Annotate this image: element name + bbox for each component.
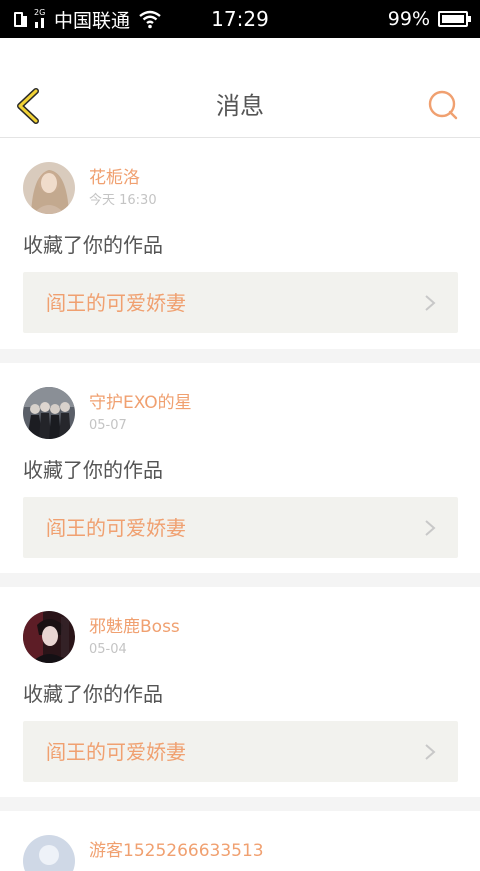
timestamp: 05-07 <box>89 418 127 433</box>
message-card: 邪魅鹿Boss 05-04 收藏了你的作品 阎王的可爱娇妻 <box>0 587 480 797</box>
page-title: 消息 <box>216 92 264 120</box>
battery-percent: 99% <box>387 8 430 30</box>
message-card: 游客1525266633513 <box>0 811 480 871</box>
status-bar: 2G 中国联通 17:29 99% <box>0 0 480 38</box>
work-title: 阎王的可爱娇妻 <box>46 291 186 315</box>
message-card: 花栀洛 今天 16:30 收藏了你的作品 阎王的可爱娇妻 <box>0 138 480 349</box>
work-title: 阎王的可爱娇妻 <box>46 516 186 540</box>
username[interactable]: 守护EXO的星 <box>89 392 192 414</box>
battery-icon <box>438 11 471 27</box>
username[interactable]: 花栀洛 <box>89 167 140 189</box>
work-link[interactable]: 阎王的可爱娇妻 <box>23 497 458 558</box>
status-right: 99% <box>387 0 471 38</box>
chevron-right-icon <box>425 520 436 536</box>
chevron-right-icon <box>425 295 436 311</box>
work-title: 阎王的可爱娇妻 <box>46 740 186 764</box>
username[interactable]: 游客1525266633513 <box>89 840 264 862</box>
action-text: 收藏了你的作品 <box>23 233 163 257</box>
timestamp: 今天 16:30 <box>89 193 157 208</box>
work-link[interactable]: 阎王的可爱娇妻 <box>23 272 458 333</box>
username[interactable]: 邪魅鹿Boss <box>89 616 180 638</box>
work-link[interactable]: 阎王的可爱娇妻 <box>23 721 458 782</box>
message-card: 守护EXO的星 05-07 收藏了你的作品 阎王的可爱娇妻 <box>0 363 480 573</box>
avatar[interactable] <box>23 611 75 663</box>
avatar[interactable] <box>23 835 75 871</box>
battery-fill <box>442 15 464 23</box>
avatar[interactable] <box>23 162 75 214</box>
chevron-right-icon <box>425 744 436 760</box>
message-list: 花栀洛 今天 16:30 收藏了你的作品 阎王的可爱娇妻 守护EXO的星 05-… <box>0 138 480 871</box>
nav-header: 消息 <box>0 38 480 138</box>
timestamp: 05-04 <box>89 642 127 657</box>
avatar[interactable] <box>23 387 75 439</box>
search-icon <box>428 90 458 120</box>
action-text: 收藏了你的作品 <box>23 458 163 482</box>
action-text: 收藏了你的作品 <box>23 682 163 706</box>
search-button[interactable] <box>426 88 460 122</box>
